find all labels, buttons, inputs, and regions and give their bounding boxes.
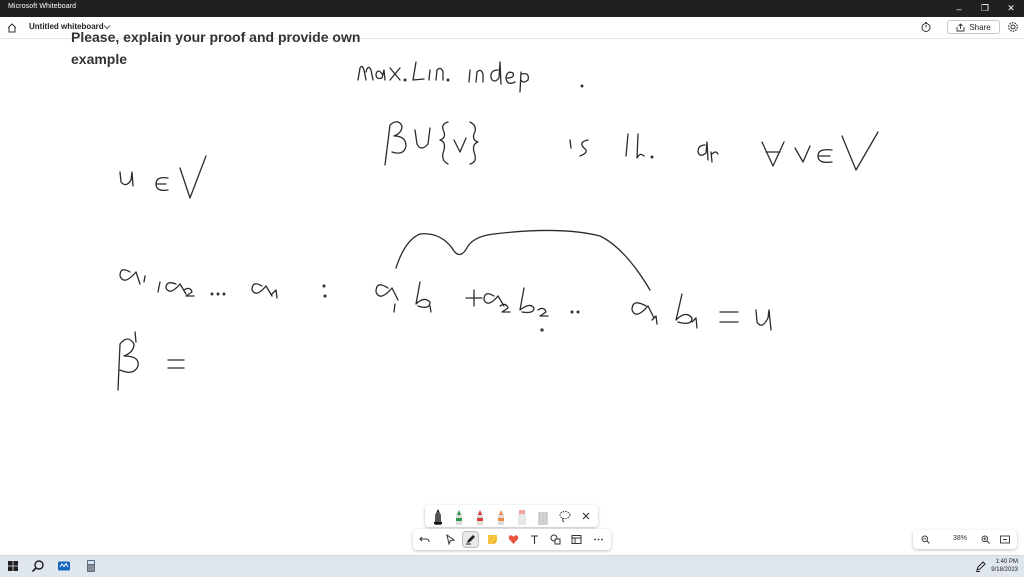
window-controls: – ❐ ✕ (946, 0, 1024, 17)
ink-stroke-max-lin-indep (357, 61, 584, 93)
pen-icon (466, 535, 475, 545)
close-icon[interactable] (579, 507, 593, 525)
share-icon (956, 22, 965, 31)
text-icon (531, 535, 538, 544)
lasso-icon[interactable] (558, 507, 572, 525)
undo-icon (419, 536, 430, 543)
ink-stroke-beta-prime (117, 331, 185, 391)
main-toolbar (413, 529, 611, 550)
document-text-line: Please, explain your proof and provide o… (71, 29, 361, 45)
black-pen-icon[interactable] (431, 507, 445, 525)
orange-pen-icon[interactable] (494, 507, 508, 525)
more-options-button[interactable] (591, 532, 606, 547)
pen-tray (425, 505, 598, 527)
green-pen-icon[interactable] (452, 507, 466, 525)
document-text-line: example (71, 51, 128, 67)
ink-stroke-beta-union-v (384, 121, 879, 171)
share-label: Share (969, 22, 991, 32)
templates-button[interactable] (569, 532, 584, 547)
red-pen-icon[interactable] (473, 507, 487, 525)
whiteboard-canvas[interactable]: Please, explain your proof and provide o… (0, 29, 1024, 555)
text-tool-button[interactable] (527, 532, 542, 547)
reactions-button[interactable] (506, 532, 521, 547)
sticky-note-icon (488, 535, 497, 544)
share-button[interactable]: Share (947, 20, 1000, 34)
title-bar: Microsoft Whiteboard – ❐ ✕ (0, 0, 1024, 17)
highlighter-icon[interactable] (515, 507, 529, 525)
undo-button[interactable] (417, 532, 432, 547)
zoom-out-icon[interactable] (921, 535, 930, 544)
heart-icon (508, 535, 519, 544)
zoom-in-icon[interactable] (981, 535, 990, 544)
home-icon[interactable] (6, 22, 18, 34)
restore-button[interactable]: ❐ (972, 0, 998, 17)
ink-stroke-linear-combination (119, 269, 772, 332)
zoom-level[interactable]: 38% (947, 535, 973, 542)
shapes-button[interactable] (548, 532, 563, 547)
pointer-icon (446, 534, 456, 545)
pen-menu-icon[interactable] (974, 559, 988, 573)
template-icon (571, 535, 582, 544)
zoom-controls: 38% (913, 530, 1017, 549)
windows-start-icon[interactable] (6, 559, 20, 573)
app-title: Microsoft Whiteboard (8, 3, 77, 10)
gear-icon[interactable] (1007, 21, 1019, 33)
ellipsis-icon (594, 538, 603, 541)
eraser-icon[interactable] (536, 507, 550, 525)
taskbar: 1:40 PM 9/18/2023 (0, 555, 1024, 577)
shapes-icon (550, 534, 561, 545)
select-tool-button[interactable] (443, 532, 458, 547)
whiteboard-app-icon[interactable] (57, 559, 71, 573)
fit-to-screen-icon[interactable] (1000, 535, 1010, 544)
search-icon[interactable] (31, 559, 45, 573)
minimize-button[interactable]: – (946, 0, 972, 17)
handwritten-ink (117, 61, 879, 391)
ink-stroke-u-in-v (119, 155, 207, 199)
pen-tool-button[interactable] (462, 531, 479, 548)
close-button[interactable]: ✕ (998, 0, 1024, 17)
calculator-app-icon[interactable] (84, 559, 98, 573)
ink-stroke-arc (395, 229, 651, 291)
sticky-note-button[interactable] (485, 532, 500, 547)
timer-icon[interactable] (920, 21, 932, 33)
clock-time: 1:40 PM (995, 559, 1018, 565)
system-clock[interactable]: 1:40 PM 9/18/2023 (991, 558, 1018, 574)
clock-date: 9/18/2023 (991, 567, 1018, 573)
